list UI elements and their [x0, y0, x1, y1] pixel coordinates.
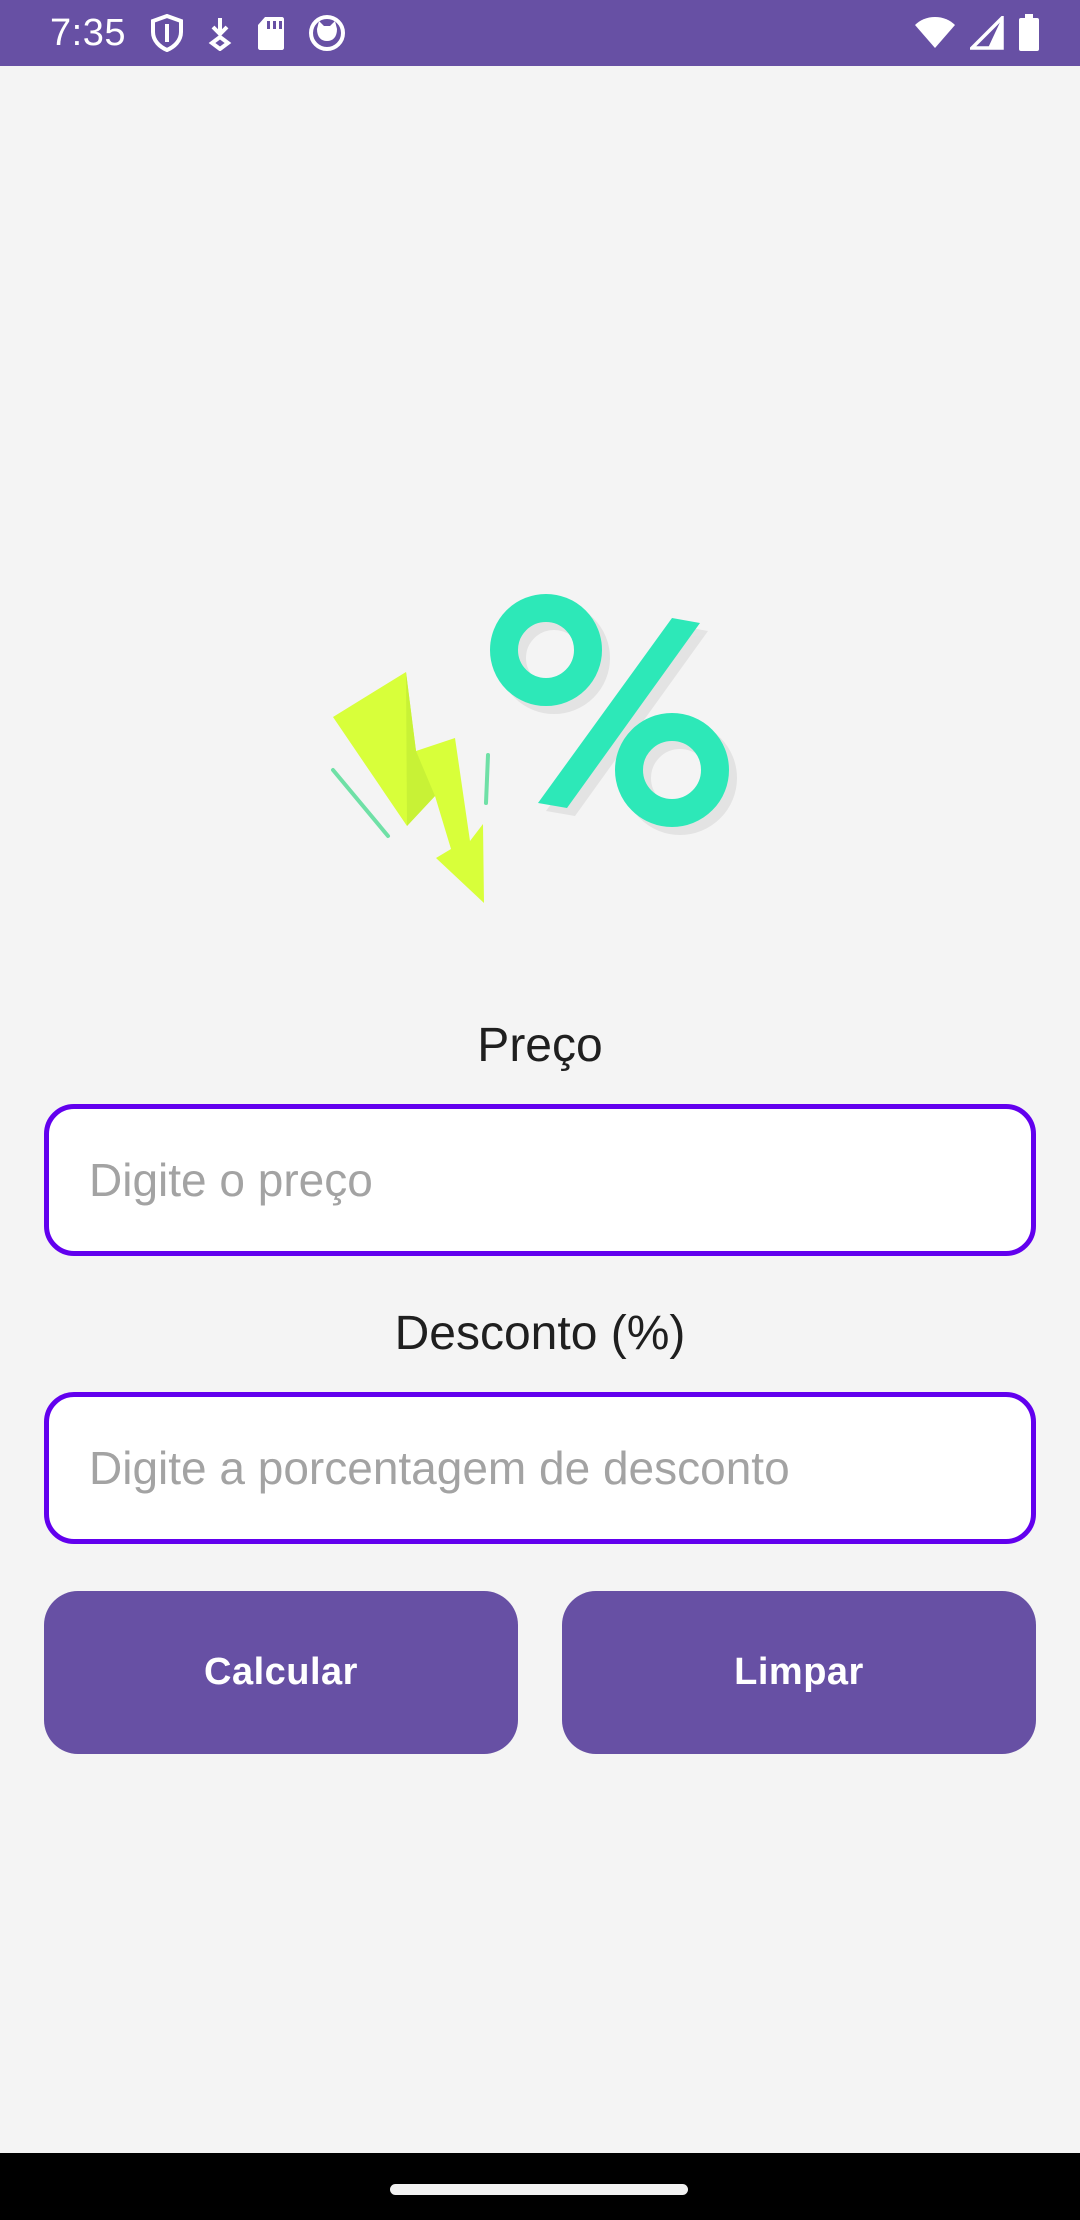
price-input[interactable]: [49, 1109, 1031, 1251]
home-gesture-handle[interactable]: [390, 2184, 688, 2195]
status-right-icons: [914, 12, 1040, 54]
status-bar: 7:35: [0, 0, 1080, 66]
navigation-bar: [0, 2153, 1080, 2220]
clear-button[interactable]: Limpar: [562, 1591, 1036, 1754]
discount-percent-illustration: [320, 590, 740, 910]
discount-input[interactable]: [49, 1397, 1031, 1539]
discount-field[interactable]: [44, 1392, 1036, 1544]
price-field[interactable]: [44, 1104, 1036, 1256]
battery-icon: [1018, 14, 1040, 52]
status-left-icons: [150, 12, 346, 54]
cat-face-icon: [308, 14, 346, 52]
wifi-icon: [914, 16, 956, 50]
signal-icon: [970, 16, 1004, 50]
price-label: Preço: [477, 1019, 603, 1072]
shield-icon: [150, 14, 184, 52]
sd-card-icon: [256, 15, 286, 51]
download-icon: [206, 15, 234, 51]
status-time: 7:35: [50, 12, 126, 54]
discount-label: Desconto (%): [394, 1307, 686, 1360]
calculate-button[interactable]: Calcular: [44, 1591, 518, 1754]
